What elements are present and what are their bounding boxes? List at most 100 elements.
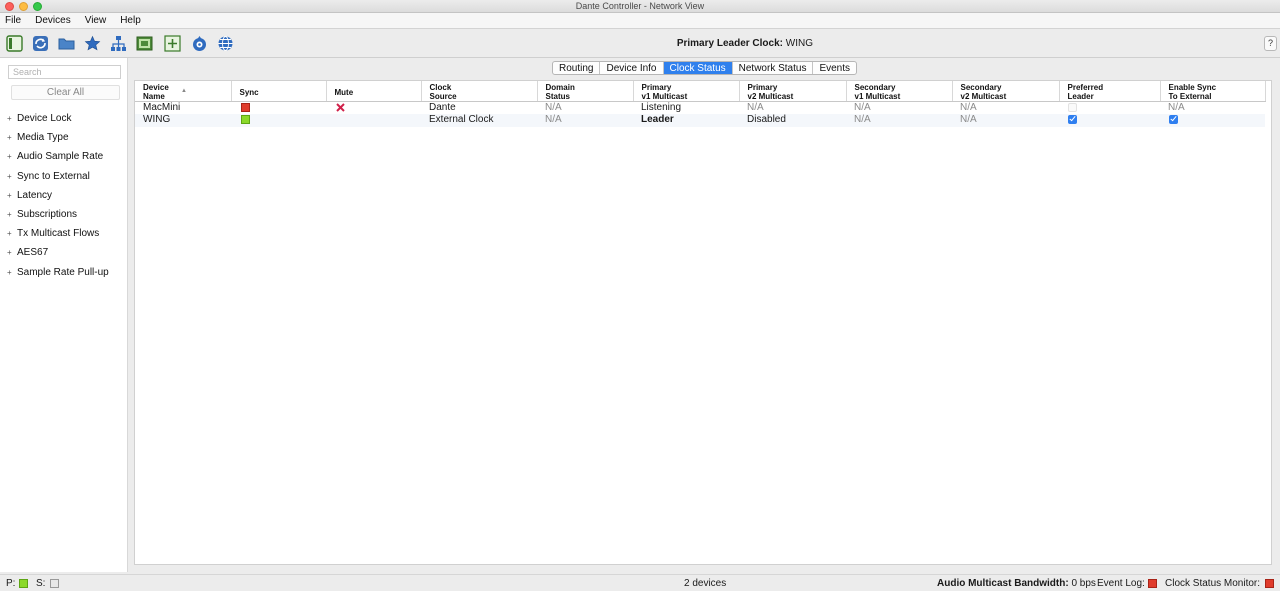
expand-icon[interactable]: + [7, 191, 13, 200]
column-label: Enable Sync [1168, 83, 1217, 92]
table-row[interactable]: WING External Clock N/A Leader Disabled … [135, 114, 1265, 127]
secondary-network-label: S: [36, 578, 46, 589]
secondary-network-status-icon [50, 579, 59, 588]
filter-device-lock[interactable]: + Device Lock [0, 109, 128, 128]
column-secondary-v2[interactable]: Secondary v2 Multicast [952, 81, 1060, 102]
toolbar: Primary Leader Clock: WING ? [0, 29, 1280, 58]
device-name-cell[interactable]: MacMini [135, 102, 231, 115]
filter-aes67[interactable]: + AES67 [0, 243, 128, 262]
expand-icon[interactable]: + [7, 229, 13, 238]
event-log-status-icon[interactable] [1148, 579, 1157, 588]
column-device-name[interactable]: Device Name ▲ [135, 81, 232, 102]
refresh-button[interactable] [31, 34, 50, 53]
device-view-icon [136, 36, 153, 51]
column-primary-v2[interactable]: Primary v2 Multicast [739, 81, 847, 102]
filter-subscriptions[interactable]: + Subscriptions [0, 205, 128, 224]
menu-bar: File Devices View Help [0, 13, 1280, 29]
help-button[interactable]: ? [1264, 36, 1277, 51]
filter-label: Media Type [17, 132, 69, 144]
column-label: Secondary [960, 83, 1002, 92]
filter-audio-sample-rate[interactable]: + Audio Sample Rate [0, 147, 128, 166]
add-button[interactable] [163, 34, 182, 53]
sync-status-red-icon [241, 102, 250, 112]
open-folder-button[interactable] [57, 34, 76, 53]
tab-events[interactable]: Events [813, 62, 856, 74]
domain-status-cell: N/A [537, 114, 633, 127]
expand-icon[interactable]: + [7, 133, 13, 142]
window-title: Dante Controller - Network View [575, 1, 705, 11]
clear-all-button[interactable]: Clear All [11, 85, 120, 100]
filter-tx-multicast-flows[interactable]: + Tx Multicast Flows [0, 224, 128, 243]
menu-file[interactable]: File [5, 15, 21, 26]
sync-cell [231, 114, 326, 127]
mute-cell[interactable] [326, 102, 421, 115]
column-label: Primary [747, 83, 778, 92]
device-view-button[interactable] [135, 34, 154, 53]
table-row[interactable]: MacMini Dante N/A Listening N/A N/A N/A … [135, 102, 1265, 115]
secondary-v2-cell: N/A [960, 102, 977, 113]
enable-sync-checkbox[interactable] [1169, 115, 1178, 125]
filter-latency[interactable]: + Latency [0, 186, 128, 205]
preferred-leader-checkbox[interactable] [1068, 115, 1077, 125]
device-count: 2 devices [684, 578, 727, 589]
column-label: To External [1168, 92, 1212, 101]
search-input[interactable] [8, 65, 121, 79]
tab-device-info[interactable]: Device Info [600, 62, 664, 74]
filter-label: Subscriptions [17, 209, 78, 221]
primary-leader-value: WING [785, 38, 813, 49]
clock-button[interactable] [190, 34, 209, 53]
panel-toggle-button[interactable] [5, 34, 24, 53]
menu-devices[interactable]: Devices [35, 15, 71, 26]
column-enable-sync-external[interactable]: Enable Sync To External [1160, 81, 1266, 102]
status-bar: P: S: 2 devices Audio Multicast Bandwidt… [0, 574, 1280, 591]
expand-icon[interactable]: + [7, 172, 13, 181]
column-clock-source[interactable]: Clock Source [421, 81, 538, 102]
primary-network-label: P: [6, 578, 16, 589]
device-name-cell[interactable]: WING [135, 114, 231, 127]
expand-icon[interactable]: + [7, 268, 13, 277]
tab-clock-status[interactable]: Clock Status [663, 62, 733, 74]
primary-v2-cell: N/A [747, 102, 764, 113]
filter-label: Device Lock [17, 113, 72, 125]
menu-help[interactable]: Help [120, 15, 141, 26]
column-label: Source [429, 92, 457, 101]
column-sync[interactable]: Sync [231, 81, 327, 102]
filter-label: AES67 [17, 247, 49, 259]
column-domain-status[interactable]: Domain Status [537, 81, 634, 102]
clock-status-monitor-icon[interactable] [1265, 579, 1274, 588]
column-preferred-leader[interactable]: Preferred Leader [1059, 81, 1161, 102]
sync-cell [231, 102, 326, 115]
filter-list: + Device Lock + Media Type + Audio Sample R… [0, 109, 128, 282]
column-label: Mute [334, 88, 354, 97]
add-icon [164, 35, 181, 52]
tab-network-status[interactable]: Network Status [733, 62, 814, 74]
primary-leader-label: Primary Leader Clock: [676, 38, 783, 49]
preferred-leader-checkbox-disabled [1068, 102, 1077, 112]
secondary-v1-cell: N/A [846, 114, 952, 127]
favorites-button[interactable] [83, 34, 102, 53]
column-label: Name [143, 92, 165, 101]
event-log-label: Event Log: [1097, 578, 1145, 589]
column-secondary-v1[interactable]: Secondary v1 Multicast [846, 81, 953, 102]
mute-icon[interactable] [336, 102, 345, 112]
preferred-leader-cell [1059, 102, 1160, 115]
column-label: v1 Multicast [641, 92, 688, 101]
clock-source-cell: External Clock [421, 114, 537, 127]
column-mute[interactable]: Mute [326, 81, 422, 102]
web-button[interactable] [216, 34, 235, 53]
filter-sync-to-external[interactable]: + Sync to External [0, 167, 128, 186]
menu-view[interactable]: View [85, 15, 107, 26]
filter-media-type[interactable]: + Media Type [0, 128, 128, 147]
tab-routing[interactable]: Routing [553, 62, 601, 74]
network-tree-button[interactable] [109, 34, 128, 53]
expand-icon[interactable]: + [7, 248, 13, 257]
filter-sample-rate-pull-up[interactable]: + Sample Rate Pull-up [0, 263, 128, 282]
primary-v1-cell: Listening [641, 102, 682, 113]
column-primary-v1[interactable]: Primary v1 Multicast [633, 81, 740, 102]
expand-icon[interactable]: + [7, 210, 13, 219]
mute-cell[interactable] [326, 114, 421, 127]
expand-icon[interactable]: + [7, 114, 13, 123]
sync-status-green-icon [241, 115, 250, 125]
expand-icon[interactable]: + [7, 152, 13, 161]
column-label: v2 Multicast [960, 92, 1007, 101]
